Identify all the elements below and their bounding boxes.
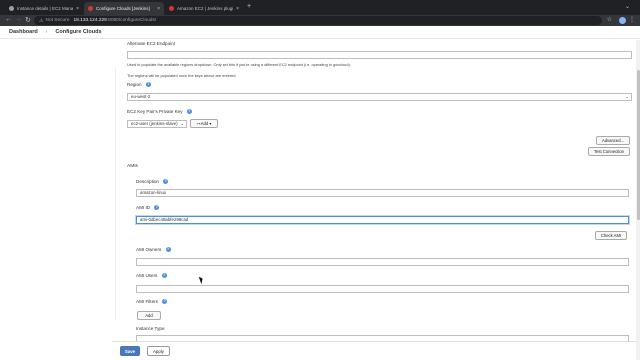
ami-id-label-text: AMI ID bbox=[136, 205, 151, 210]
help-icon[interactable]: ? bbox=[165, 247, 171, 253]
reload-icon[interactable]: ↻ bbox=[25, 16, 31, 24]
advanced-button[interactable]: Advanced... bbox=[596, 136, 630, 145]
back-arrow-icon[interactable]: ← bbox=[5, 16, 12, 23]
breadcrumb-configure-clouds[interactable]: Configure Clouds bbox=[55, 29, 101, 35]
security-label: Not Secure bbox=[45, 18, 70, 23]
add-credentials-button[interactable]: ⊶Add ▾ bbox=[190, 119, 218, 128]
check-ami-button[interactable]: Check AMI bbox=[595, 231, 627, 240]
alternate-endpoint-help-text: Used to populate the available regions d… bbox=[127, 62, 351, 67]
breadcrumb: Dashboard › Configure Clouds bbox=[0, 26, 640, 39]
section-divider bbox=[115, 68, 116, 320]
browser-tab-jenkins-plugin[interactable]: Amazon EC2 | Jenkins plugin × bbox=[165, 2, 243, 15]
ami-users-label-text: AMI Users bbox=[136, 273, 158, 278]
tab-title: Amazon EC2 | Jenkins plugin bbox=[177, 6, 234, 11]
key-pair-selected-value: ec2-user (jenkins-slave) bbox=[131, 121, 178, 126]
breadcrumb-separator-icon: › bbox=[45, 29, 48, 35]
tab-title: Instance details | EC2 Manag… bbox=[17, 6, 74, 11]
ami-filters-label-text: AMI Filters bbox=[136, 299, 158, 304]
save-button[interactable]: Save bbox=[120, 346, 140, 356]
key-pair-label: EC2 Key Pair's Private Key ? bbox=[127, 109, 192, 115]
aws-favicon-icon bbox=[9, 6, 14, 11]
url-host: 18.133.124.229 bbox=[73, 18, 107, 23]
help-icon[interactable]: ? bbox=[154, 205, 160, 211]
region-label: Region ? bbox=[127, 82, 151, 88]
ami-users-input[interactable] bbox=[136, 285, 629, 293]
ami-id-input[interactable]: ami-0dbec48abfe298cad bbox=[136, 216, 629, 224]
help-icon[interactable]: ? bbox=[161, 273, 167, 279]
url-path: :8080/configureClouds/ bbox=[106, 18, 157, 23]
ami-id-label: AMI ID ? bbox=[136, 205, 160, 211]
test-connection-button[interactable]: Test Connection bbox=[588, 147, 630, 156]
help-icon[interactable]: ? bbox=[186, 109, 192, 115]
regions-populated-note: The regions will be populated once the k… bbox=[127, 73, 237, 78]
description-input[interactable]: amazon-linux bbox=[136, 189, 629, 197]
browser-menu-icon[interactable]: ⋮ bbox=[629, 16, 635, 23]
browser-tab-bar: Instance details | EC2 Manag… × Configur… bbox=[0, 0, 640, 15]
alternate-endpoint-input[interactable] bbox=[127, 51, 632, 59]
page-scrollbar[interactable] bbox=[636, 40, 640, 360]
jenkins-favicon-icon bbox=[169, 6, 174, 11]
close-tab-icon[interactable]: × bbox=[76, 6, 79, 12]
apply-button[interactable]: Apply bbox=[147, 346, 170, 356]
help-icon[interactable]: ? bbox=[162, 299, 168, 305]
ami-filters-label: AMI Filters ? bbox=[136, 299, 168, 305]
key-pair-label-text: EC2 Key Pair's Private Key bbox=[127, 109, 183, 114]
close-tab-icon[interactable]: × bbox=[236, 6, 239, 12]
scrollbar-thumb[interactable] bbox=[636, 70, 640, 220]
new-tab-button[interactable]: + bbox=[247, 3, 251, 10]
region-select[interactable]: eu-west-2 ⌄ bbox=[127, 93, 632, 101]
ami-owners-input[interactable] bbox=[136, 258, 629, 266]
description-label-text: Description bbox=[136, 179, 159, 184]
ami-users-label: AMI Users ? bbox=[136, 273, 167, 279]
help-icon[interactable]: ? bbox=[163, 179, 169, 185]
close-tab-icon[interactable]: × bbox=[157, 6, 160, 12]
add-ami-filter-button[interactable]: Add bbox=[137, 311, 161, 320]
key-pair-select[interactable]: ec2-user (jenkins-slave) ⌄ bbox=[127, 120, 187, 128]
amis-section-title: AMIs bbox=[127, 164, 138, 169]
browser-tab-ec2[interactable]: Instance details | EC2 Manag… × bbox=[5, 2, 83, 15]
tab-search-icon[interactable]: ⌄ bbox=[625, 3, 630, 10]
forward-arrow-icon[interactable]: → bbox=[15, 16, 22, 23]
region-selected-value: eu-west-2 bbox=[131, 94, 151, 99]
bookmark-star-icon[interactable]: ☆ bbox=[607, 16, 612, 23]
ami-owners-label-text: AMI Owners bbox=[136, 247, 162, 252]
form-action-bar: Save Apply bbox=[112, 341, 636, 360]
browser-tab-configure-clouds[interactable]: Configure Clouds [Jenkins] × bbox=[84, 2, 164, 15]
ami-owners-label: AMI Owners ? bbox=[136, 247, 171, 253]
profile-avatar[interactable] bbox=[619, 17, 626, 24]
alternate-endpoint-label: Alternate EC2 Endpoint bbox=[127, 41, 176, 46]
region-label-text: Region bbox=[127, 82, 142, 87]
chevron-down-icon: ⌄ bbox=[180, 121, 184, 126]
chevron-down-icon: ⌄ bbox=[625, 94, 629, 99]
description-label: Description ? bbox=[136, 179, 169, 185]
breadcrumb-dashboard[interactable]: Dashboard bbox=[9, 29, 38, 35]
configure-clouds-form: Alternate EC2 Endpoint Used to populate … bbox=[0, 40, 636, 360]
help-icon[interactable]: ? bbox=[145, 82, 151, 88]
tab-title: Configure Clouds [Jenkins] bbox=[96, 6, 150, 11]
jenkins-favicon-icon bbox=[88, 6, 93, 11]
address-bar[interactable]: ⚠ Not Secure 18.133.124.229 :8080/config… bbox=[34, 16, 602, 25]
warning-icon: ⚠ bbox=[39, 17, 44, 24]
instance-type-label: Instance Type bbox=[136, 326, 165, 331]
browser-toolbar: ← → ↻ ⚠ Not Secure 18.133.124.229 :8080/… bbox=[0, 15, 640, 26]
